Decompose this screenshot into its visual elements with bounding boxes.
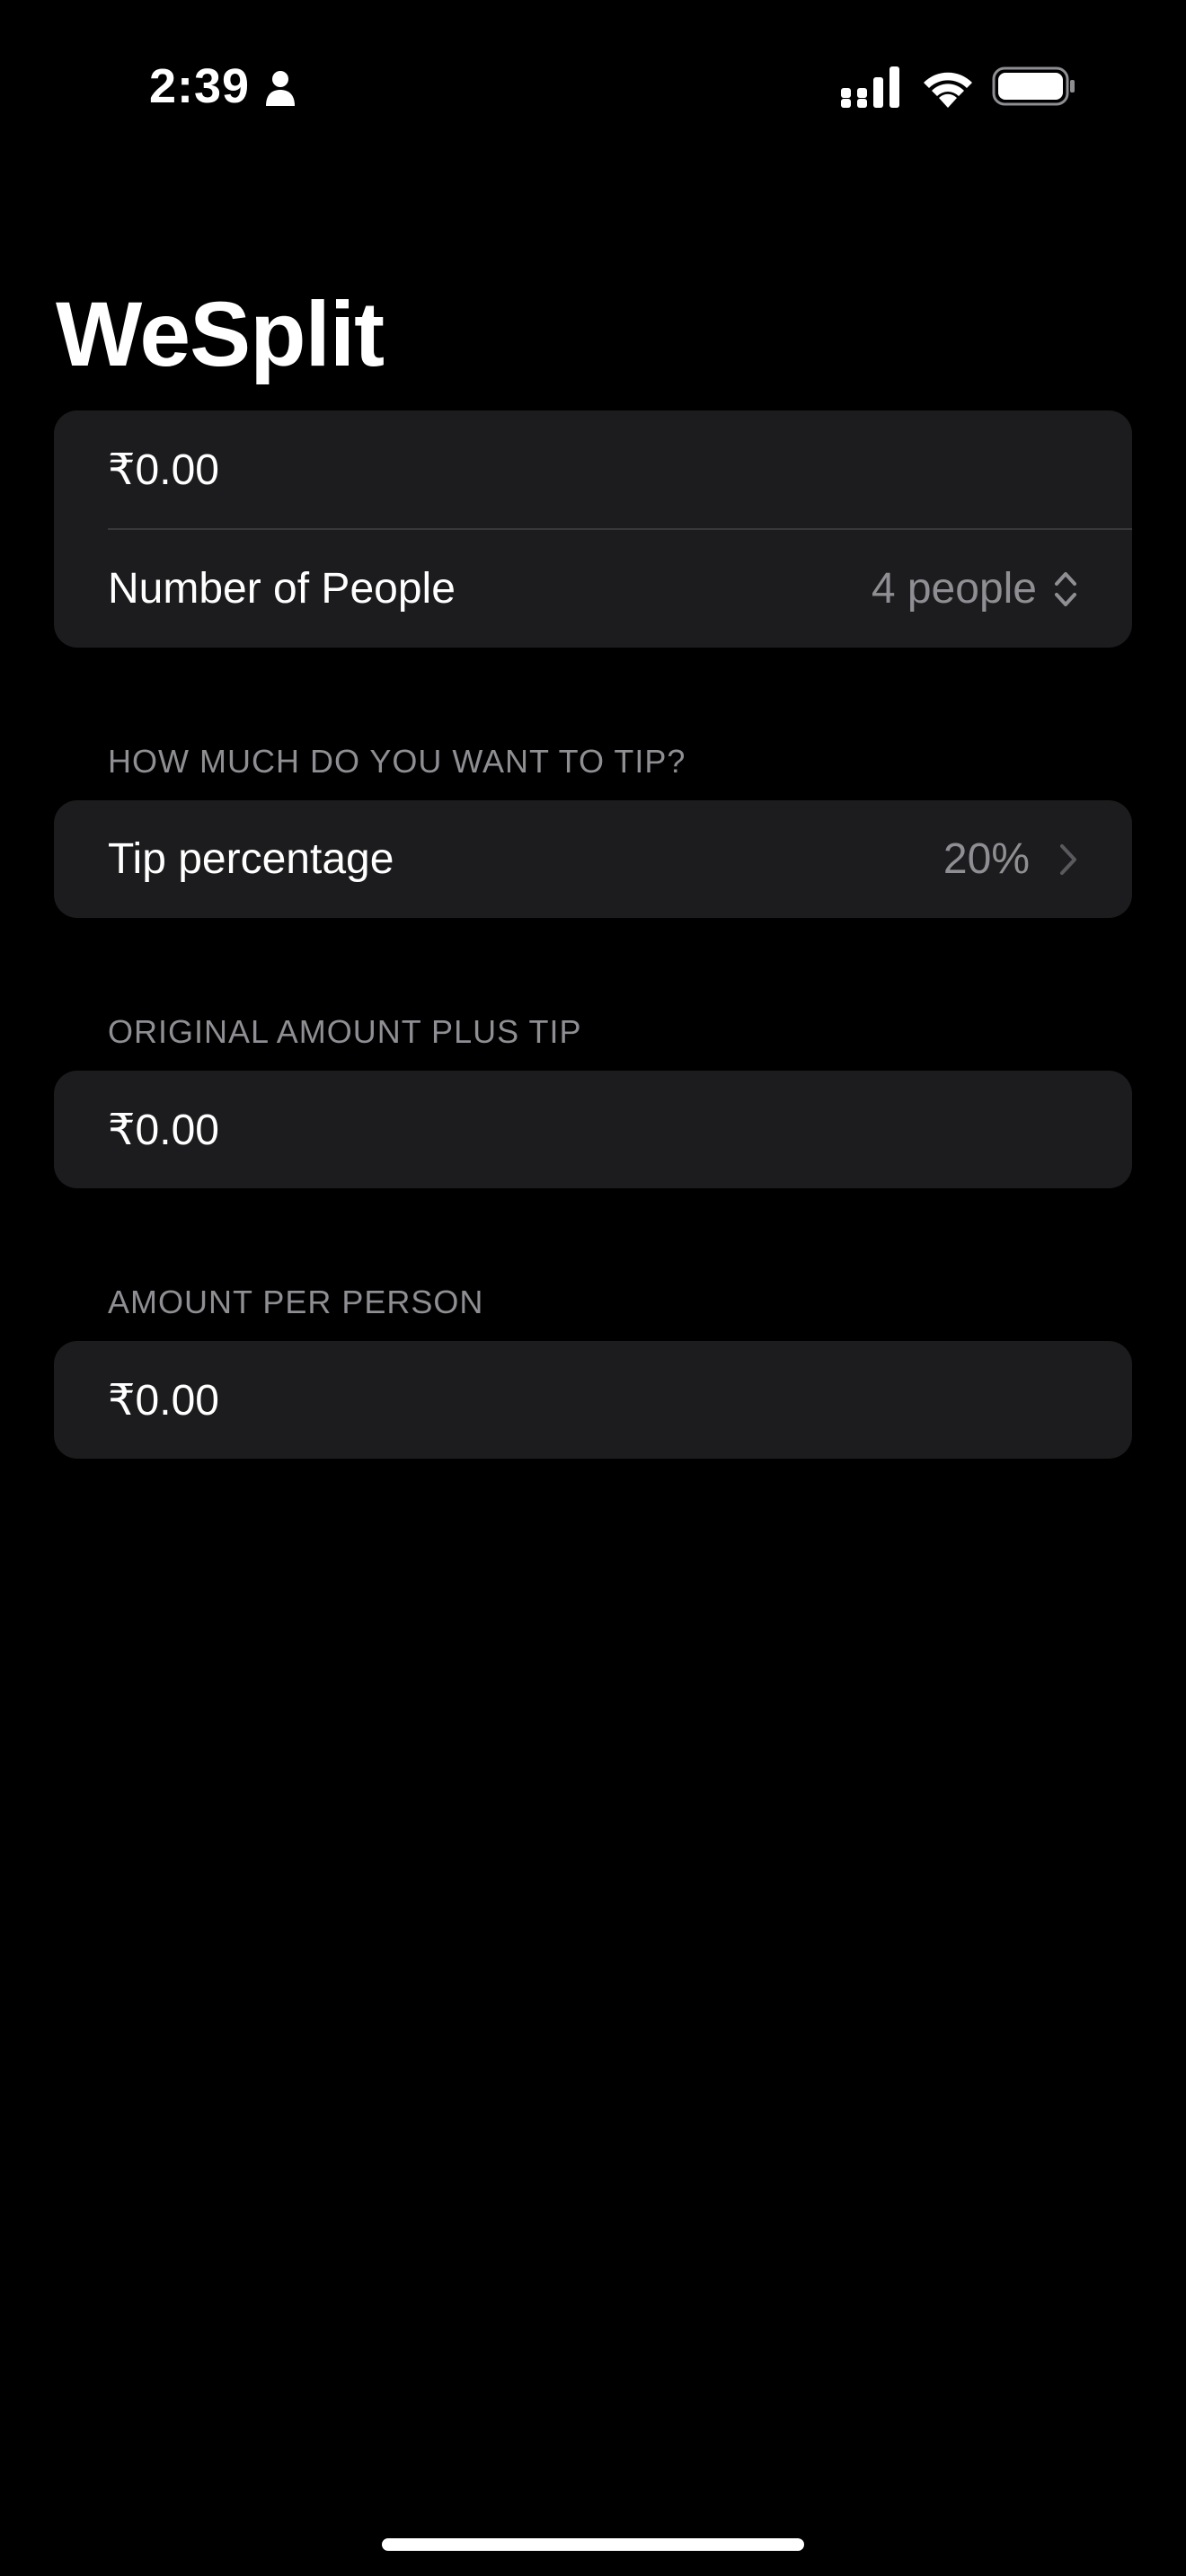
- per-person-section-header: AMOUNT PER PERSON: [108, 1284, 484, 1320]
- wifi-icon: [924, 72, 972, 108]
- people-label: Number of People: [108, 565, 456, 613]
- tip-group: Tip percentage 20%: [54, 800, 1132, 918]
- bill-input-group: ₹0.00 Number of People 4 people: [54, 410, 1132, 648]
- tip-label: Tip percentage: [108, 835, 394, 883]
- status-time: 2:39: [149, 59, 251, 113]
- total-value: ₹0.00: [108, 1106, 219, 1154]
- tip-value: 20%: [943, 835, 1030, 883]
- number-of-people-picker[interactable]: Number of People 4 people: [54, 530, 1132, 648]
- per-person-group: ₹0.00: [54, 1341, 1132, 1459]
- per-person-row: ₹0.00: [54, 1341, 1132, 1459]
- tip-percentage-row[interactable]: Tip percentage 20%: [54, 800, 1132, 918]
- per-person-value: ₹0.00: [108, 1376, 219, 1425]
- people-value: 4 people: [871, 565, 1037, 613]
- battery-icon: [992, 66, 1075, 106]
- home-indicator[interactable]: [382, 2538, 804, 2551]
- cellular-signal-icon: [841, 66, 899, 108]
- page-title: WeSplit: [56, 283, 385, 385]
- total-row: ₹0.00: [54, 1071, 1132, 1188]
- chevron-up-down-icon: [1055, 571, 1076, 606]
- tip-section-header: HOW MUCH DO YOU WANT TO TIP?: [108, 743, 686, 780]
- person-icon: [266, 71, 295, 106]
- total-group: ₹0.00: [54, 1071, 1132, 1188]
- amount-value: ₹0.00: [108, 446, 219, 494]
- total-section-header: ORIGINAL AMOUNT PLUS TIP: [108, 1013, 582, 1050]
- chevron-right-icon: [1060, 843, 1076, 875]
- amount-field[interactable]: ₹0.00: [54, 410, 1132, 528]
